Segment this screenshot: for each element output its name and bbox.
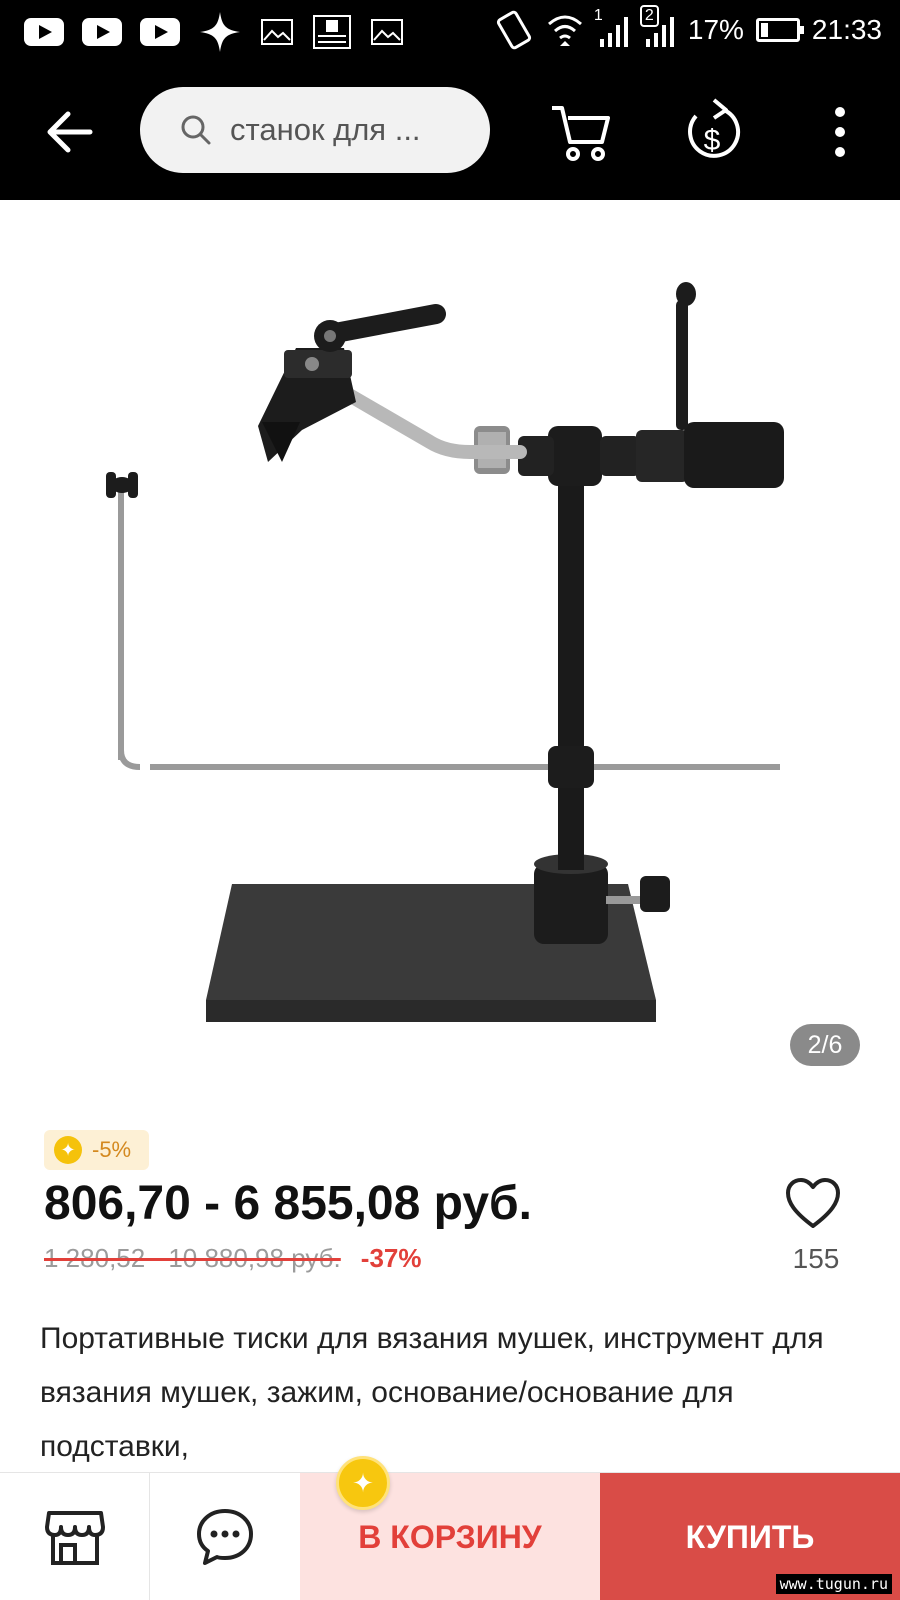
signal-2-icon: 2: [639, 5, 676, 49]
notification-icons: [24, 10, 404, 54]
currency-icon[interactable]: $: [682, 96, 742, 166]
old-price-row: 1 280,52 - 10 880,98 руб. -37%: [44, 1243, 421, 1274]
old-price: 1 280,52 - 10 880,98 руб.: [44, 1243, 341, 1273]
watermark: www.tugun.ru: [775, 1574, 892, 1594]
product-price: 806,70 - 6 855,08 руб.: [44, 1177, 533, 1230]
back-arrow-icon[interactable]: [40, 102, 100, 162]
sim-2-label: 2: [639, 5, 659, 27]
clock: 21:33: [811, 14, 882, 45]
image-icon: [371, 19, 403, 45]
coin-discount-text: -5%: [92, 1137, 132, 1162]
fly-tying-vise-image: [106, 282, 784, 1022]
search-query: станок для ...: [230, 112, 421, 147]
youtube-icon: [24, 18, 64, 46]
store-button[interactable]: [0, 1473, 150, 1600]
add-to-cart-label: В КОРЗИНУ: [358, 1518, 542, 1555]
bottom-action-bar: В КОРЗИНУ КУПИТЬ: [0, 1472, 900, 1600]
battery-icon: [755, 18, 804, 42]
product-image-gallery[interactable]: 2/6: [0, 200, 900, 1090]
store-icon: [45, 1511, 105, 1565]
discount-percent: -37%: [360, 1243, 422, 1273]
youtube-icon: [82, 18, 122, 46]
rotate-icon: [496, 10, 531, 50]
status-bar: 1 2 17% 21:33: [0, 0, 900, 64]
sim-1-label: 1: [593, 7, 603, 24]
chat-icon: [197, 1509, 253, 1565]
buy-label: КУПИТЬ: [685, 1518, 815, 1555]
chat-button[interactable]: [150, 1473, 300, 1600]
battery-percent: 17%: [687, 14, 744, 45]
system-indicators: 1 2 17% 21:33: [494, 5, 882, 52]
image-icon: [261, 19, 293, 45]
favorites-count: 155: [792, 1243, 840, 1274]
image-counter: 2/6: [790, 1024, 860, 1066]
search-input[interactable]: станок для ...: [140, 87, 490, 173]
signal-1-icon: 1: [594, 7, 630, 49]
search-icon: [181, 115, 211, 145]
coin-discount-badge[interactable]: ✦ -5%: [44, 1130, 150, 1170]
app-bar: станок для ... $: [0, 64, 900, 200]
sparkle-icon: [200, 12, 240, 52]
product-title: Портативные тиски для вязания мушек, инс…: [40, 1322, 824, 1463]
coin-icon[interactable]: ✦: [336, 1456, 390, 1510]
youtube-icon: [140, 18, 180, 46]
heart-icon[interactable]: [784, 1176, 842, 1232]
news-icon: [313, 15, 351, 49]
wifi-icon: [547, 15, 582, 46]
svg-text:$: $: [704, 124, 721, 157]
coin-icon: ✦: [54, 1136, 82, 1164]
more-icon[interactable]: [822, 104, 858, 160]
cart-icon[interactable]: [548, 98, 614, 164]
